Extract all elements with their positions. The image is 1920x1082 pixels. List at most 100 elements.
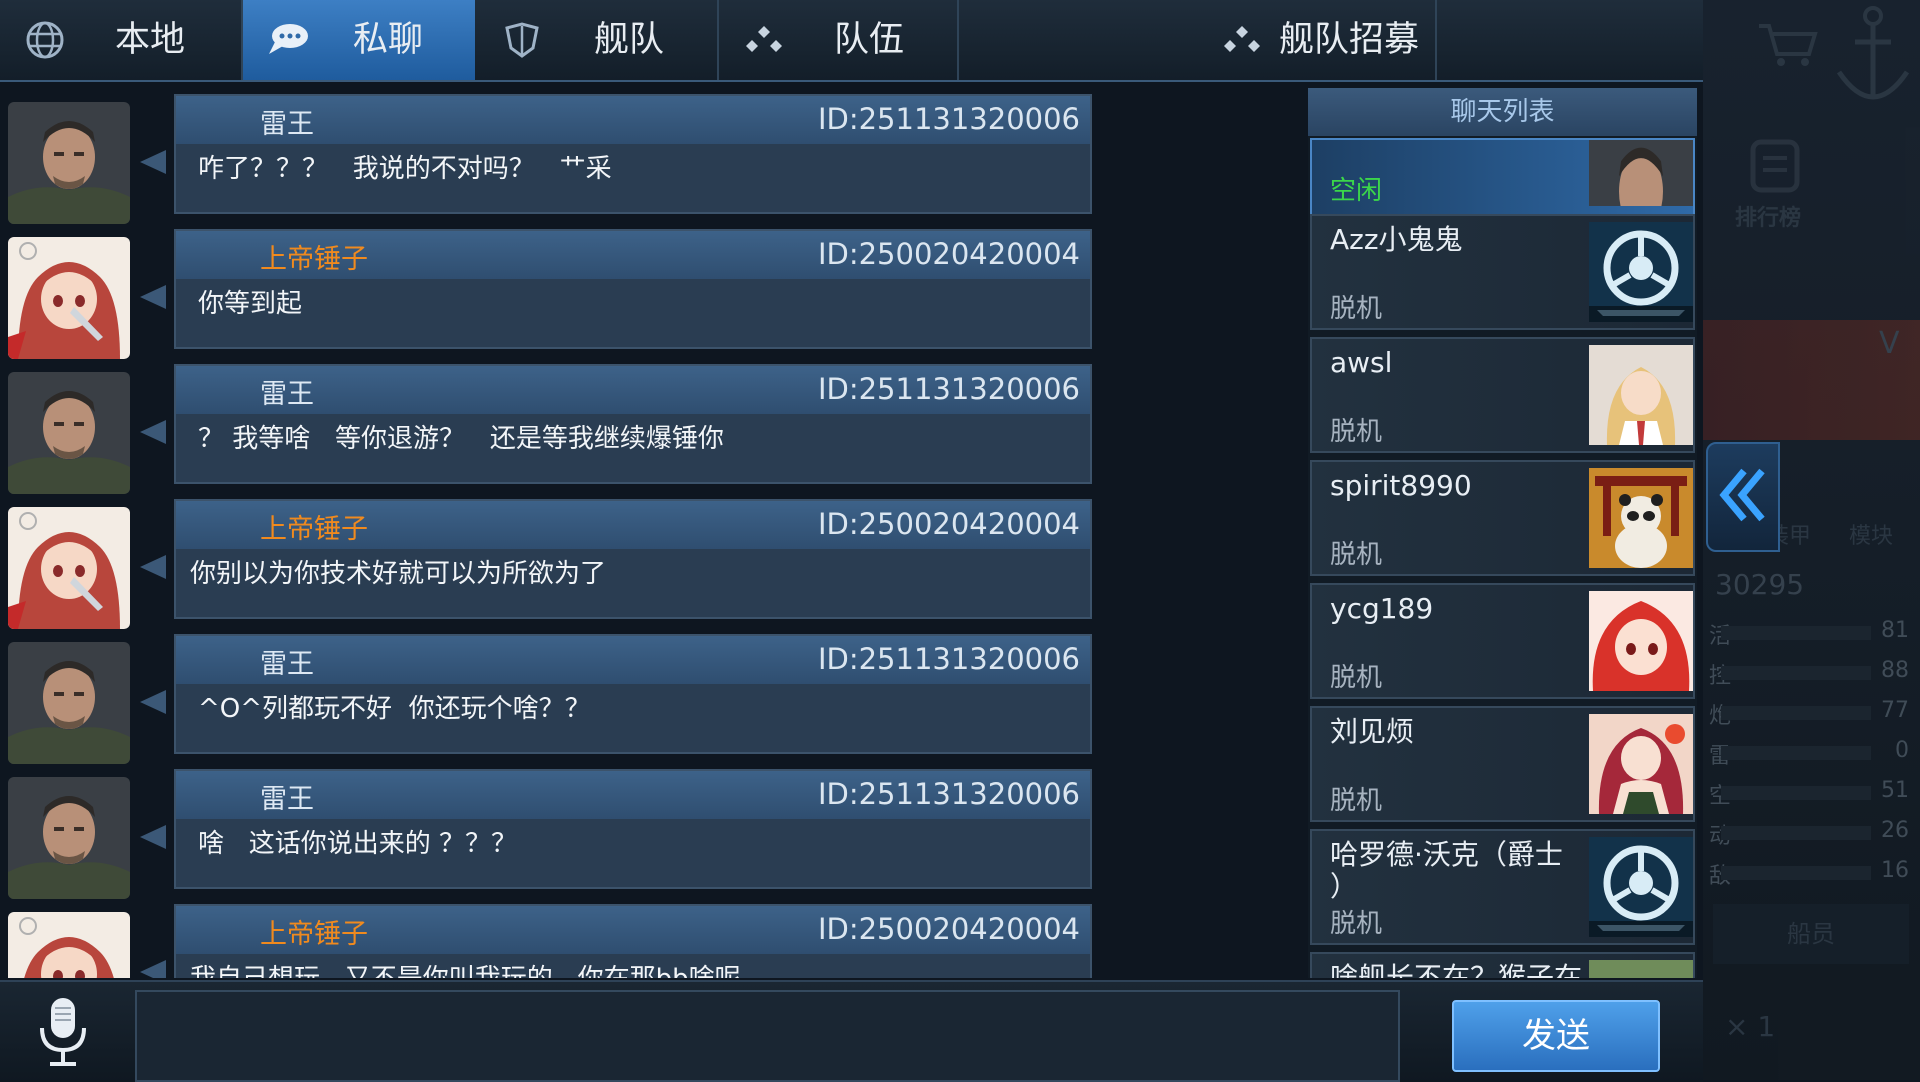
message-bubble[interactable]: 雷王 ID:251131320006 啥 这话你说出来的 ？？？ [174,769,1092,889]
contact-name: 哈罗德·沃克（爵士 ） [1330,838,1563,903]
sender-avatar[interactable] [8,102,130,224]
contact-item[interactable]: Azz小鬼鬼 脱机 [1310,214,1695,330]
bubble-pointer [140,960,166,978]
sender-id: ID:251131320006 [817,642,1080,676]
contact-avatar [1589,714,1693,814]
sender-id: ID:251131320006 [817,372,1080,406]
contact-item[interactable]: 刘见烦 脱机 [1310,706,1695,822]
contact-avatar [1589,345,1693,445]
contact-status: 脱机 [1330,294,1383,324]
input-bar: 发送 [0,980,1703,1082]
contact-status: 脱机 [1330,909,1383,939]
contact-item[interactable]: ycg189 脱机 [1310,583,1695,699]
tab-label: 队伍 [834,20,905,60]
chat-list-panel[interactable]: 聊天列表 空闲 Azz小鬼鬼 脱机 awsl 脱机 spirit8990 脱机 … [1308,88,1697,978]
stat-row: 动 26 [1709,818,1909,849]
sender-name[interactable]: 雷王 [260,102,314,141]
crew-button: 船员 [1713,904,1909,964]
message-bubble[interactable]: 雷王 ID:251131320006 ？ 我等啥 等你退游？ 还是等我继续爆锤你 [174,364,1092,484]
tab-fleet-recruit[interactable]: 舰队招募 [959,0,1437,80]
anchor-icon [1833,2,1913,116]
stat-value: 16 [1881,858,1909,883]
tab-fleet[interactable]: 舰队 [477,0,719,80]
stat-row: 空 51 [1709,778,1909,809]
contact-item[interactable]: spirit8990 脱机 [1310,460,1695,576]
team-dots-icon [741,20,787,60]
tab-label: 舰队 [594,20,665,60]
cart-icon [1757,20,1821,74]
voice-button[interactable] [30,994,96,1070]
tab-team[interactable]: 队伍 [719,0,959,80]
message-text: ？ 我等啥 等你退游？ 还是等我继续爆锤你 [198,424,724,454]
contact-item[interactable]: awsl 脱机 [1310,337,1695,453]
bubble-pointer [140,825,166,849]
tab-label: 本地 [115,20,186,60]
contact-avatar [1589,837,1693,937]
chat-tab-bar: 本地 私聊 舰队 队伍 舰队招募 [0,0,1703,82]
sender-avatar[interactable] [8,237,130,359]
globe-icon [22,20,68,60]
sender-avatar[interactable] [8,372,130,494]
stat-bar [1721,706,1871,720]
message-text: 你别以为你技术好就可以为所欲为了 [190,559,607,589]
contact-item[interactable]: 哈罗德·沃克（爵士 ） 脱机 [1310,829,1695,945]
message-list[interactable]: 雷王 ID:251131320006 咋了？？？ 我说的不对吗？ 艹采 上帝锤子… [0,82,1100,978]
chat-bubble-icon [265,20,311,60]
bubble-pointer [140,555,166,579]
contact-name: ycg189 [1330,592,1434,625]
sender-name[interactable]: 上帝锤子 [260,237,368,276]
sender-id: ID:250020420004 [817,507,1080,541]
crew-label: 船员 [1787,920,1835,948]
contact-avatar [1589,960,1693,978]
contact-avatar [1589,468,1693,568]
contact-status: 脱机 [1330,540,1383,570]
sender-name[interactable]: 上帝锤子 [260,912,368,951]
tab-label: 私聊 [353,20,424,60]
message-bubble[interactable]: 上帝锤子 ID:250020420004 你别以为你技术好就可以为所欲为了 [174,499,1092,619]
message-bubble[interactable]: 上帝锤子 ID:250020420004 你等到起 [174,229,1092,349]
sender-name[interactable]: 雷王 [260,777,314,816]
tab-local[interactable]: 本地 [0,0,243,80]
sender-name[interactable]: 雷王 [260,642,314,681]
message-text: ^O^列都玩不好 你还玩个啥？？ [198,694,591,724]
contact-status: 空闲 [1330,176,1383,206]
stat-value: 0 [1895,738,1909,763]
ranking-label: 排行榜 [1735,206,1802,231]
sender-name[interactable]: 雷王 [260,372,314,411]
message-input[interactable] [135,990,1400,1082]
contact-name: awsl [1330,346,1393,379]
contact-name: spirit8990 [1330,469,1472,502]
contact-name: 啥舰长不在？猴子在 [1330,961,1583,979]
sender-name[interactable]: 上帝锤子 [260,507,368,546]
message-text: 你等到起 [198,289,303,319]
stat-bar [1721,786,1871,800]
tab-private[interactable]: 私聊 [243,0,475,80]
module-label: 模块 [1849,524,1894,549]
stat-row: 控 88 [1709,658,1909,689]
bubble-pointer [140,150,166,174]
bubble-pointer [140,285,166,309]
message-bubble[interactable]: 上帝锤子 ID:250020420004 我自己想玩 又不是你叫我玩的 你在那b… [174,904,1092,978]
message-bubble[interactable]: 雷王 ID:251131320006 ^O^列都玩不好 你还玩个啥？？ [174,634,1092,754]
bubble-pointer [140,420,166,444]
microphone-icon [30,998,96,1074]
contact-avatar [1589,222,1693,322]
send-button[interactable]: 发送 [1452,1000,1660,1072]
message-text: 我自己想玩 又不是你叫我玩的 你在那bb啥呢 [190,958,741,978]
sender-avatar[interactable] [8,642,130,764]
collapse-panel-button[interactable] [1706,442,1780,552]
contact-avatar [1589,591,1693,691]
message-bubble[interactable]: 雷王 ID:251131320006 咋了？？？ 我说的不对吗？ 艹采 [174,94,1092,214]
stat-row: 雷0 [1709,738,1909,769]
sender-id: ID:251131320006 [817,777,1080,811]
stat-bar [1721,826,1871,840]
contact-name: Azz小鬼鬼 [1330,223,1463,256]
sender-avatar[interactable] [8,507,130,629]
sender-avatar[interactable] [8,777,130,899]
sender-avatar[interactable] [8,912,130,978]
contact-item[interactable]: 啥舰长不在？猴子在 [1310,952,1695,978]
chat-list-title: 聊天列表 [1308,88,1697,136]
contact-status: 脱机 [1330,663,1383,693]
stat-bar [1721,666,1871,680]
stat-value: 51 [1881,778,1909,803]
